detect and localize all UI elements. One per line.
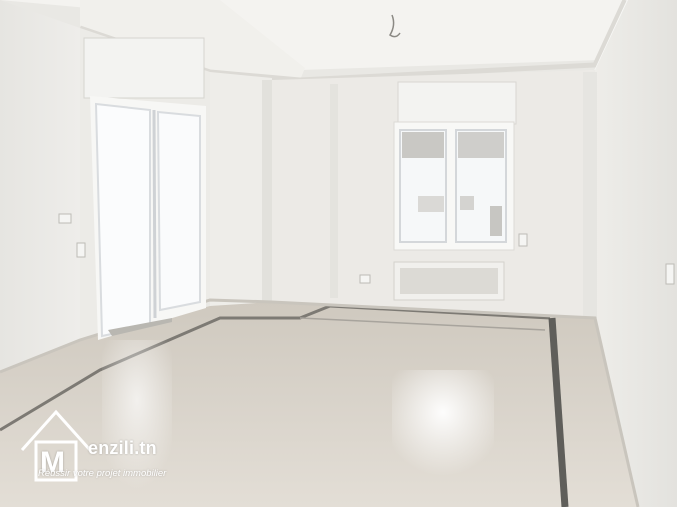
window-view-building-right bbox=[458, 132, 504, 158]
radiator-grille bbox=[400, 268, 498, 294]
door-mullion bbox=[152, 109, 157, 319]
back-wall-recess bbox=[330, 84, 338, 298]
wall-switch-left bbox=[58, 213, 72, 224]
watermark: M enzili.tn Réussir votre projet immobil… bbox=[14, 404, 214, 486]
roller-shutter-box-left bbox=[83, 37, 205, 99]
window-reflection bbox=[392, 370, 494, 476]
roller-shutter-box-right bbox=[397, 81, 517, 125]
wall-switch-right bbox=[665, 263, 675, 285]
right-pillar bbox=[583, 72, 597, 318]
brand-tagline: Réussir votre projet immobilier bbox=[38, 468, 167, 479]
left-wall-near bbox=[0, 0, 80, 372]
wall-socket bbox=[359, 274, 371, 284]
wall-switch-door bbox=[76, 242, 86, 258]
window-view-detail-left bbox=[418, 196, 444, 212]
window-view-detail-right bbox=[460, 196, 474, 210]
door-glass-right bbox=[156, 110, 201, 312]
window-view-detail-far bbox=[490, 206, 502, 236]
door-glass-left bbox=[94, 102, 151, 338]
wall-switch-window bbox=[518, 233, 528, 247]
window-view-building-left bbox=[402, 132, 444, 158]
brand-name: enzili.tn bbox=[88, 438, 157, 458]
